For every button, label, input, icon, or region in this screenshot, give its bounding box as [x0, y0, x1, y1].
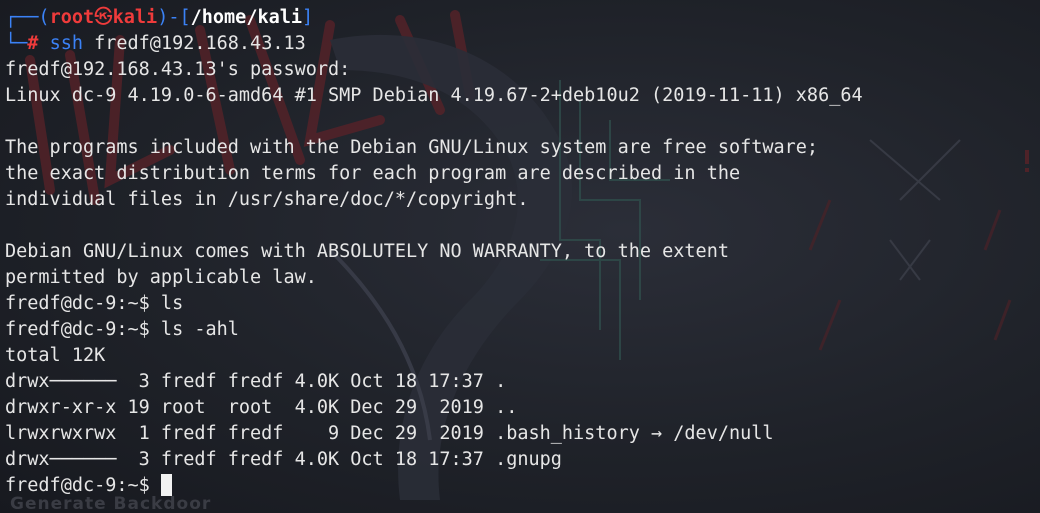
listing-row: drwxr-xr-x 19 root root 4.0K Dec 29 2019…: [5, 397, 518, 418]
uname-banner: Linux dc-9 4.19.0-6-amd64 #1 SMP Debian …: [5, 85, 863, 106]
prompt-path: /home/kali: [190, 7, 303, 28]
motd-line: individual files in /usr/share/doc/*/cop…: [5, 189, 529, 210]
listing-row: lrwxrwxrwx 1 fredf fredf 9 Dec 29 2019 .…: [5, 423, 774, 444]
prompt-header-line: ┌──(root㉿kali)-[/home/kali]: [5, 5, 1040, 31]
listing-total: total 12K: [5, 345, 106, 366]
motd-line: Debian GNU/Linux comes with ABSOLUTELY N…: [5, 241, 729, 262]
prompt-frame-corner: └─: [5, 33, 28, 54]
prompt-frame-mid: )-[: [157, 7, 191, 28]
prompt-hash: #: [27, 33, 39, 54]
prompt-frame-close: ]: [302, 7, 314, 28]
password-prompt: fredf@192.168.43.13's password:: [5, 59, 351, 80]
terminal-output: ┌──(root㉿kali)-[/home/kali] └─# ssh fred…: [5, 5, 1040, 499]
terminal-window[interactable]: Generate Backdoor ┌──(root㉿kali)-[/home/…: [0, 0, 1040, 513]
active-prompt: fredf@dc-9:~$: [5, 475, 161, 496]
command-ls: fredf@dc-9:~$ ls: [5, 293, 184, 314]
command-name: ssh: [49, 33, 83, 54]
listing-row: drwx────── 3 fredf fredf 4.0K Oct 18 17:…: [5, 371, 507, 392]
prompt-user: root: [49, 7, 95, 28]
motd-line: the exact distribution terms for each pr…: [5, 163, 741, 184]
motd-line: The programs included with the Debian GN…: [5, 137, 819, 158]
command-args: fredf@192.168.43.13: [82, 33, 306, 54]
active-prompt-line[interactable]: fredf@dc-9:~$: [5, 473, 1040, 499]
prompt-host: kali: [112, 7, 158, 28]
prompt-frame-open: ┌──(: [5, 7, 50, 28]
command-line-ssh: └─# ssh fredf@192.168.43.13: [5, 31, 1040, 57]
motd-line: permitted by applicable law.: [5, 267, 317, 288]
listing-row: drwx────── 3 fredf fredf 4.0K Oct 18 17:…: [5, 449, 562, 470]
command-ls-ahl: fredf@dc-9:~$ ls -ahl: [5, 319, 239, 340]
skull-icon: ㉿: [94, 7, 113, 28]
text-cursor[interactable]: [160, 474, 172, 496]
